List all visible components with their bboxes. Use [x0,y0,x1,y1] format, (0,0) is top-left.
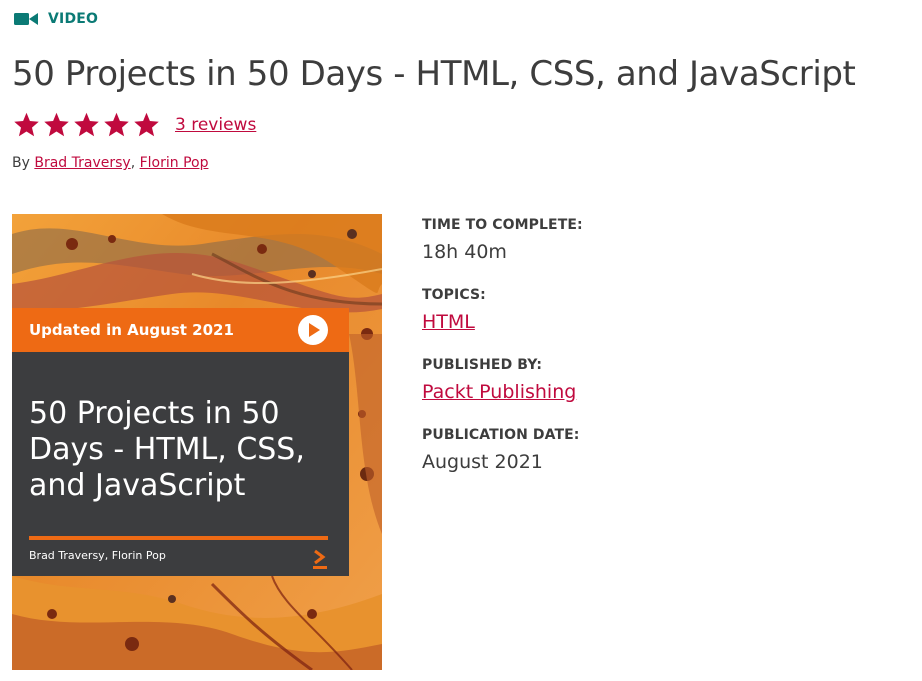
detail-label: TOPICS: [422,287,486,303]
cover-divider [29,536,328,540]
content-type-badge: VIDEO [14,9,98,29]
detail-value: August 2021 [422,451,543,473]
cover-image[interactable]: Updated in August 2021 50 Projects in 50… [12,214,382,670]
content-type-label: VIDEO [48,11,99,27]
detail-label: PUBLICATION DATE: [422,427,580,443]
author-link-florin-pop[interactable]: Florin Pop [140,155,209,171]
reviews-link[interactable]: 3 reviews [175,115,256,135]
byline: By Brad Traversy, Florin Pop [12,155,208,171]
detail-label: PUBLISHED BY: [422,357,543,373]
cover-banner-text: Updated in August 2021 [29,321,234,339]
byline-separator: , [130,155,140,171]
author-link-brad-traversy[interactable]: Brad Traversy [34,155,130,171]
publisher-link[interactable]: Packt Publishing [422,381,576,403]
byline-prefix: By [12,155,35,171]
video-camera-icon [14,13,38,25]
detail-publication-date: PUBLICATION DATE: August 2021 [422,426,583,475]
star-rating [12,111,161,139]
detail-label: TIME TO COMPLETE: [422,217,583,233]
cover-title: 50 Projects in 50 Days - HTML, CSS, and … [29,396,305,503]
cover-authors: Brad Traversy, Florin Pop [29,549,166,562]
star-icon [44,112,69,137]
play-icon [298,315,328,345]
page-title: 50 Projects in 50 Days - HTML, CSS, and … [12,54,856,94]
detail-topics: TOPICS: HTML [422,286,583,335]
detail-value: 18h 40m [422,241,507,263]
cover-panel: 50 Projects in 50 Days - HTML, CSS, and … [12,352,349,576]
detail-published-by: PUBLISHED BY: Packt Publishing [422,356,583,405]
star-icon [74,112,99,137]
star-icon [134,112,159,137]
cover-banner: Updated in August 2021 [12,308,349,352]
topic-link-html[interactable]: HTML [422,311,475,333]
star-icon [14,112,39,137]
packt-logo-icon [313,549,327,569]
book-detail-page: VIDEO 50 Projects in 50 Days - HTML, CSS… [0,0,922,681]
product-details: TIME TO COMPLETE: 18h 40m TOPICS: HTML P… [422,216,583,496]
detail-time-to-complete: TIME TO COMPLETE: 18h 40m [422,216,583,265]
star-icon [104,112,129,137]
rating: 3 reviews [12,111,256,139]
